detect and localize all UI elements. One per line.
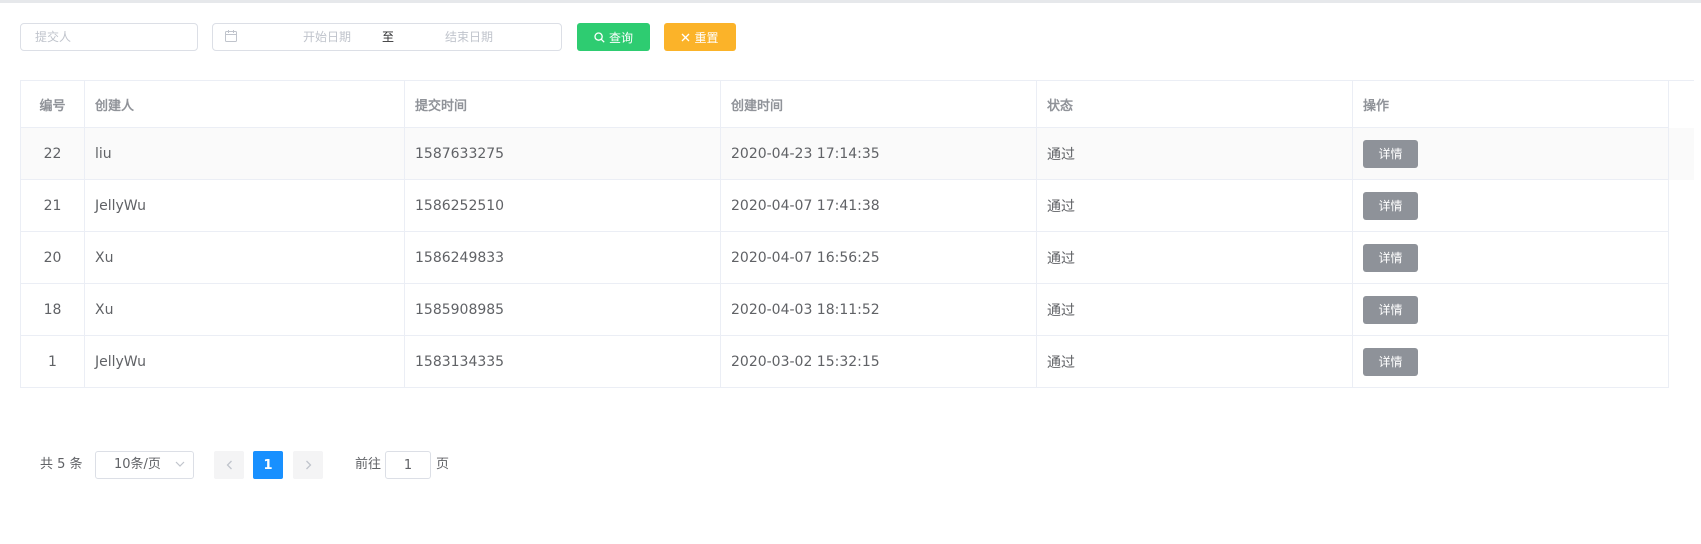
range-separator: 至 bbox=[381, 30, 394, 44]
detail-button[interactable]: 详情 bbox=[1363, 347, 1418, 376]
total-count: 共 5 条 bbox=[40, 457, 83, 472]
page-size-select[interactable]: 10条/页 bbox=[95, 451, 194, 479]
table-row: 21 JellyWu 1586252510 2020-04-07 17:41:3… bbox=[21, 180, 1694, 232]
cell-creator: Xu bbox=[85, 232, 405, 284]
chevron-down-icon bbox=[175, 461, 185, 467]
cell-id: 21 bbox=[21, 180, 85, 232]
cell-status: 通过 bbox=[1037, 284, 1353, 336]
detail-button[interactable]: 详情 bbox=[1363, 191, 1418, 220]
submitter-input[interactable] bbox=[21, 24, 185, 50]
reset-button-label: 重置 bbox=[694, 30, 719, 45]
column-header-action: 操作 bbox=[1353, 81, 1669, 128]
column-header-creator: 创建人 bbox=[85, 81, 405, 128]
detail-button[interactable]: 详情 bbox=[1363, 243, 1418, 272]
date-range-picker[interactable]: 开始日期 至 结束日期 bbox=[212, 23, 562, 51]
cell-status: 通过 bbox=[1037, 232, 1353, 284]
table-row: 1 JellyWu 1583134335 2020-03-02 15:32:15… bbox=[21, 336, 1694, 388]
column-header-status: 状态 bbox=[1037, 81, 1353, 128]
chevron-right-icon bbox=[305, 460, 311, 470]
table-row: 20 Xu 1586249833 2020-04-07 16:56:25 通过 … bbox=[21, 232, 1694, 284]
cell-submit-time: 1586252510 bbox=[405, 180, 721, 232]
cell-create-time: 2020-04-07 17:41:38 bbox=[721, 180, 1037, 232]
detail-button[interactable]: 详情 bbox=[1363, 139, 1418, 168]
cell-action: 详情 bbox=[1353, 336, 1669, 388]
top-divider bbox=[0, 0, 1701, 3]
cell-action: 详情 bbox=[1353, 232, 1669, 284]
column-header-submit-time: 提交时间 bbox=[405, 81, 721, 128]
cell-creator: JellyWu bbox=[85, 336, 405, 388]
submitter-input-wrapper bbox=[20, 23, 198, 51]
start-date-placeholder[interactable]: 开始日期 bbox=[303, 24, 383, 50]
search-button[interactable]: 查询 bbox=[577, 23, 650, 51]
cell-status: 通过 bbox=[1037, 336, 1353, 388]
cell-create-time: 2020-04-07 16:56:25 bbox=[721, 232, 1037, 284]
cell-create-time: 2020-04-03 18:11:52 bbox=[721, 284, 1037, 336]
cell-submit-time: 1586249833 bbox=[405, 232, 721, 284]
cell-status: 通过 bbox=[1037, 128, 1353, 180]
cell-create-time: 2020-03-02 15:32:15 bbox=[721, 336, 1037, 388]
detail-button[interactable]: 详情 bbox=[1363, 295, 1418, 324]
cell-creator: JellyWu bbox=[85, 180, 405, 232]
cell-submit-time: 1583134335 bbox=[405, 336, 721, 388]
reset-button[interactable]: 重置 bbox=[664, 23, 736, 51]
table-header: 编号 创建人 提交时间 创建时间 状态 操作 bbox=[21, 81, 1694, 128]
column-header-id: 编号 bbox=[21, 81, 85, 128]
close-icon bbox=[682, 33, 690, 41]
cell-create-time: 2020-04-23 17:14:35 bbox=[721, 128, 1037, 180]
cell-action: 详情 bbox=[1353, 128, 1669, 180]
cell-status: 通过 bbox=[1037, 180, 1353, 232]
calendar-icon bbox=[225, 30, 237, 42]
goto-page-input[interactable] bbox=[386, 452, 430, 478]
cell-action: 详情 bbox=[1353, 180, 1669, 232]
prev-page-button[interactable] bbox=[214, 451, 244, 479]
submissions-table: 编号 创建人 提交时间 创建时间 状态 操作 22 liu 1587633275… bbox=[20, 80, 1694, 388]
cell-id: 1 bbox=[21, 336, 85, 388]
page-number-active[interactable]: 1 bbox=[253, 451, 283, 479]
cell-id: 20 bbox=[21, 232, 85, 284]
page-size-value: 10条/页 bbox=[114, 457, 161, 472]
cell-submit-time: 1587633275 bbox=[405, 128, 721, 180]
cell-creator: liu bbox=[85, 128, 405, 180]
column-header-create-time: 创建时间 bbox=[721, 81, 1037, 128]
cell-creator: Xu bbox=[85, 284, 405, 336]
cell-id: 22 bbox=[21, 128, 85, 180]
page-suffix-label: 页 bbox=[436, 457, 450, 472]
chevron-left-icon bbox=[226, 460, 232, 470]
search-button-label: 查询 bbox=[608, 30, 633, 45]
next-page-button[interactable] bbox=[293, 451, 323, 479]
cell-submit-time: 1585908985 bbox=[405, 284, 721, 336]
goto-page-input-wrapper bbox=[385, 451, 431, 479]
goto-label: 前往 bbox=[355, 457, 382, 472]
search-icon bbox=[594, 31, 605, 43]
table-row: 18 Xu 1585908985 2020-04-03 18:11:52 通过 … bbox=[21, 284, 1694, 336]
cell-action: 详情 bbox=[1353, 284, 1669, 336]
table-row: 22 liu 1587633275 2020-04-23 17:14:35 通过… bbox=[21, 128, 1694, 180]
cell-id: 18 bbox=[21, 284, 85, 336]
end-date-placeholder[interactable]: 结束日期 bbox=[429, 24, 509, 50]
